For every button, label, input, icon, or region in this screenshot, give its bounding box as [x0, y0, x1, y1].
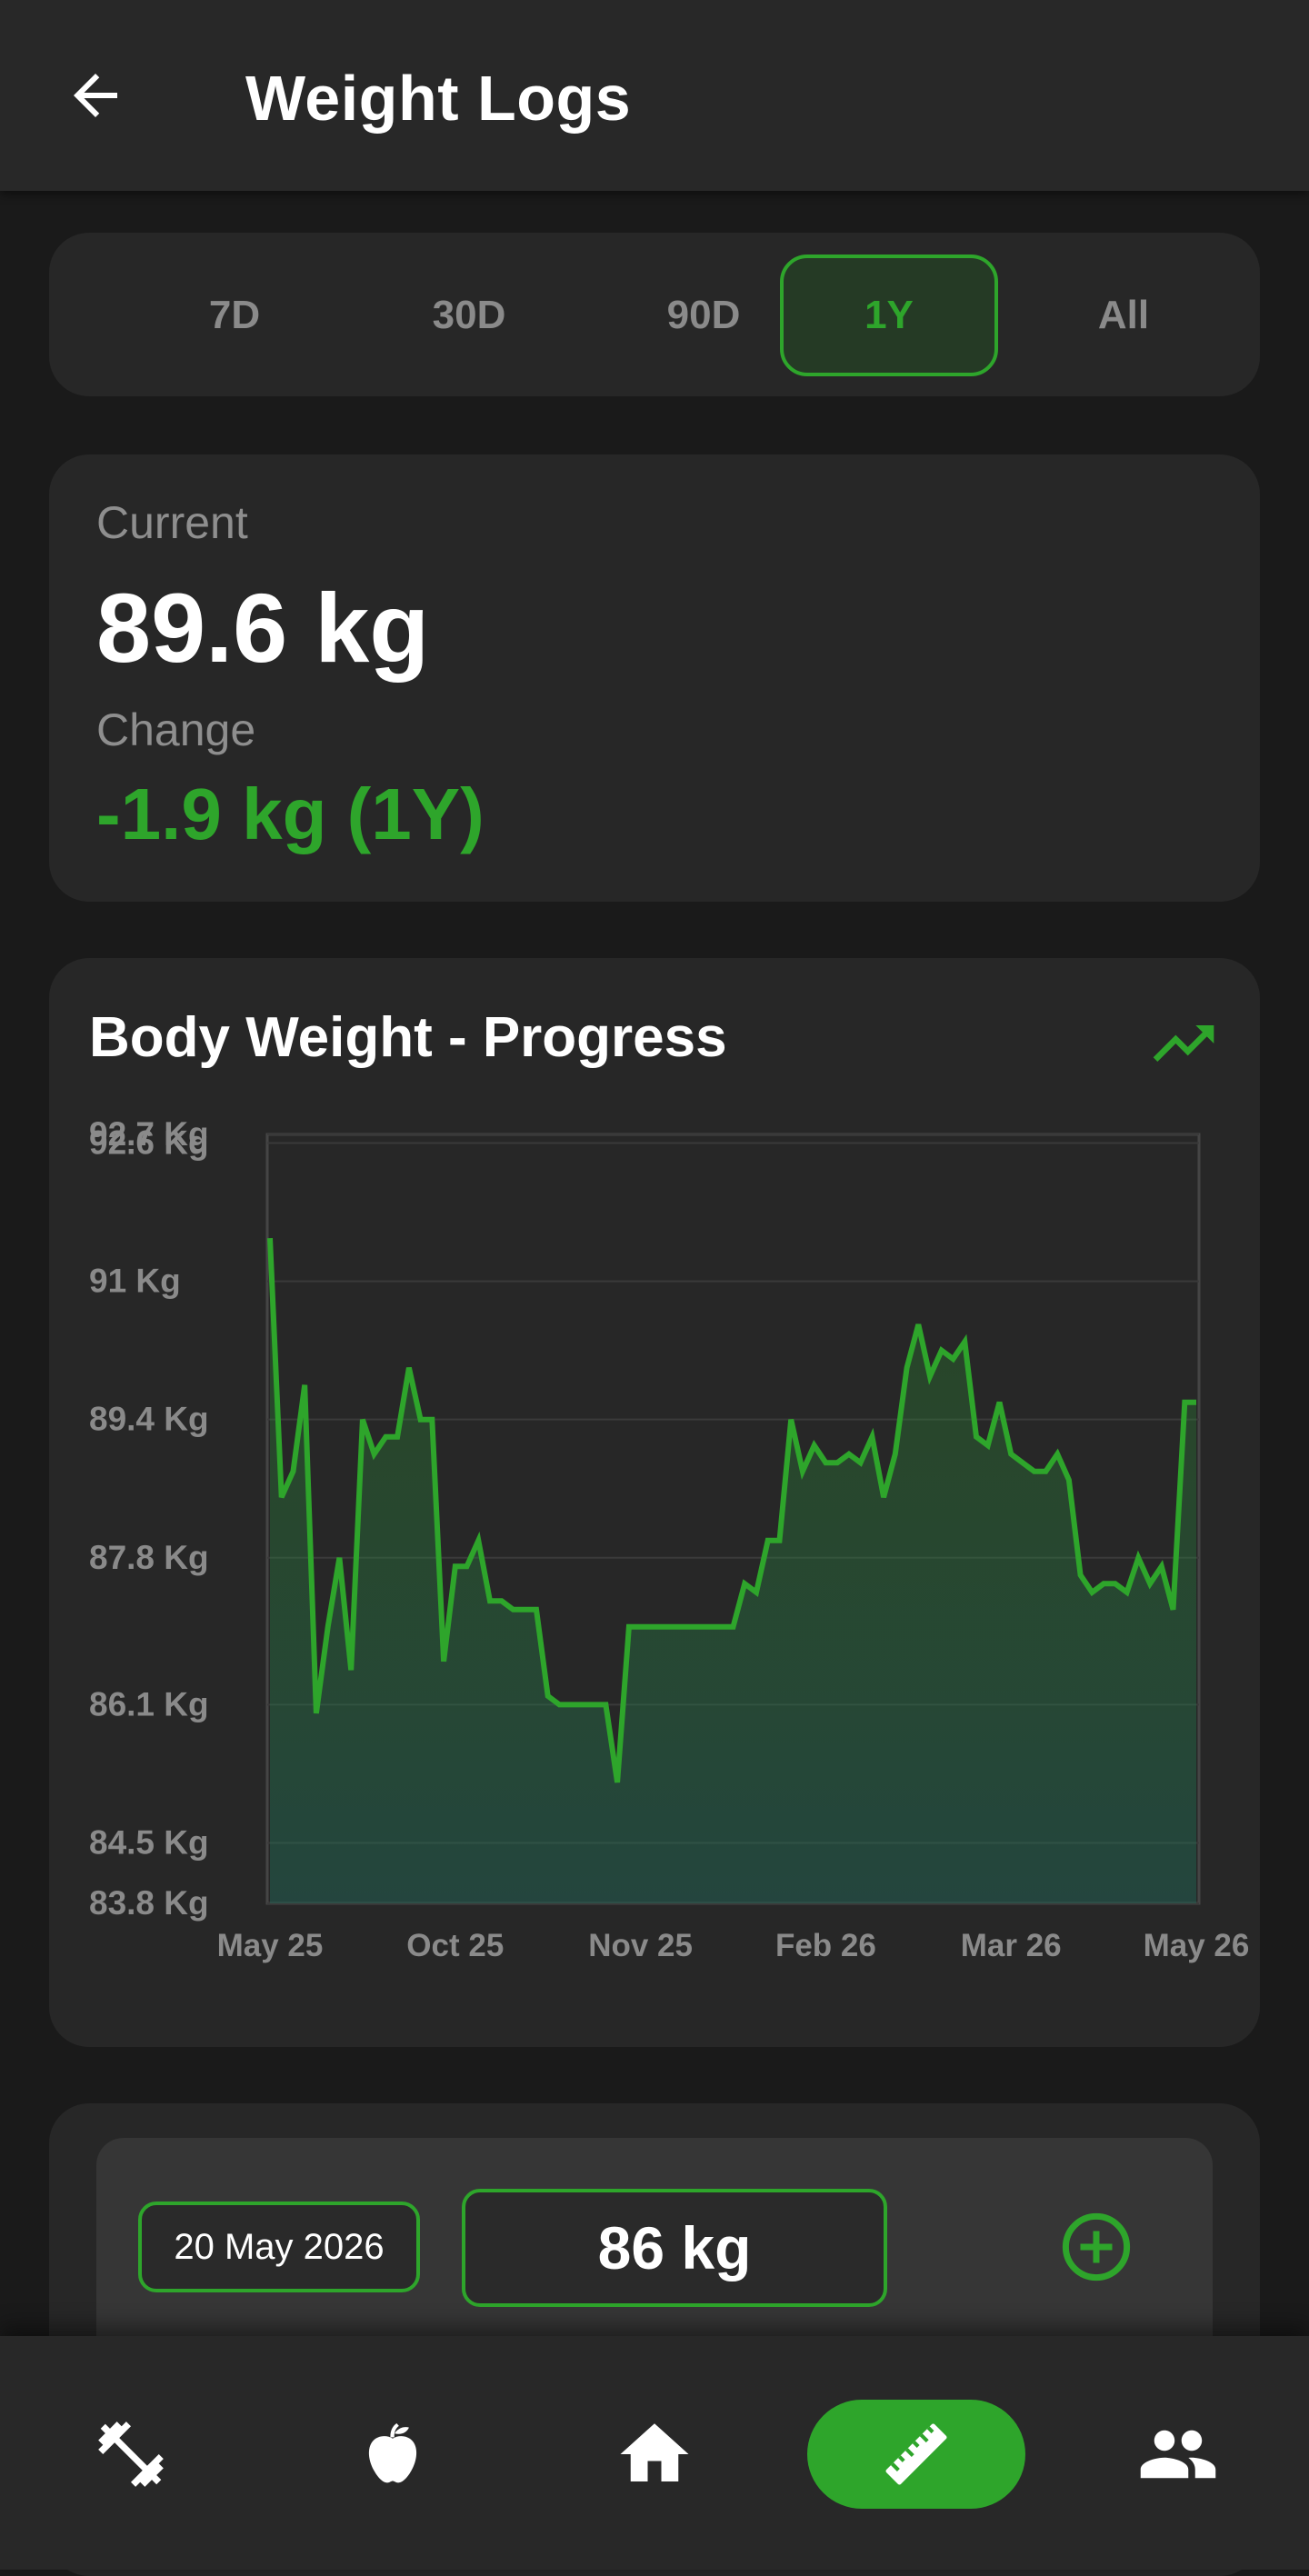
trending-up-icon	[1147, 1007, 1220, 1080]
ruler-icon	[885, 2423, 947, 2485]
change-label: Change	[96, 704, 256, 755]
add-entry-button[interactable]	[1051, 2202, 1142, 2292]
x-tick-label: May 25	[217, 1928, 324, 1963]
y-tick-label: 87.8 Kg	[89, 1539, 209, 1576]
nav-home[interactable]	[545, 2400, 764, 2509]
y-tick-label: 91 Kg	[89, 1263, 181, 1300]
y-tick-label: 86.1 Kg	[89, 1685, 209, 1722]
x-tick-label: Mar 26	[961, 1928, 1062, 1963]
nav-measurements[interactable]	[807, 2400, 1025, 2509]
y-tick-label: 92.6 Kg	[89, 1124, 209, 1162]
range-option-all[interactable]: All	[1014, 255, 1233, 376]
range-option-7d[interactable]: 7D	[125, 255, 344, 376]
nav-nutrition[interactable]	[284, 2400, 502, 2509]
nav-social[interactable]	[1069, 2400, 1287, 2509]
current-weight-value: 89.6 kg	[96, 573, 430, 683]
y-tick-label: 84.5 Kg	[89, 1823, 209, 1861]
arrow-left-icon	[74, 74, 117, 117]
x-tick-label: Oct 25	[406, 1928, 504, 1963]
back-button[interactable]	[55, 55, 136, 136]
range-option-30d[interactable]: 30D	[360, 255, 578, 376]
weight-input[interactable]: 86 kg	[462, 2189, 887, 2307]
series-area	[270, 1238, 1196, 1903]
weight-chart: 92.7 Kg92.6 Kg91 Kg89.4 Kg87.8 Kg86.1 Kg…	[89, 1115, 1250, 1963]
y-tick-label: 83.8 Kg	[89, 1884, 209, 1922]
range-selector: 7D 30D 90D 1Y All	[49, 233, 1260, 396]
x-tick-label: May 26	[1144, 1928, 1250, 1963]
page-title: Weight Logs	[245, 63, 632, 134]
weight-change-value: -1.9 kg (1Y)	[96, 774, 485, 854]
nav-workouts[interactable]	[22, 2400, 240, 2509]
people-icon	[1140, 2430, 1216, 2479]
y-tick-label: 89.4 Kg	[89, 1401, 209, 1438]
chart-card: 92.7 Kg 92.6 Kg 91 Kg 89.4 Kg 87.8 Kg 86.1 Kg…	[49, 958, 1260, 2047]
apple-icon	[368, 2422, 417, 2483]
home-icon	[620, 2423, 689, 2481]
date-picker-button[interactable]: 20 May 2026	[138, 2202, 420, 2292]
app-bar: Weight Logs	[0, 0, 1309, 191]
range-option-1y[interactable]: 1Y	[780, 255, 998, 376]
chart-title: Body Weight - Progress	[89, 1006, 727, 1069]
bottom-navigation	[0, 2336, 1309, 2570]
add-circle-icon	[1062, 2212, 1131, 2281]
current-label: Current	[96, 497, 248, 548]
dumbbell-icon	[98, 2421, 164, 2487]
stats-card: Current 89.6 kg Change -1.9 kg (1Y)	[49, 454, 1260, 902]
x-tick-label: Nov 25	[588, 1928, 693, 1963]
x-tick-label: Feb 26	[775, 1928, 876, 1963]
